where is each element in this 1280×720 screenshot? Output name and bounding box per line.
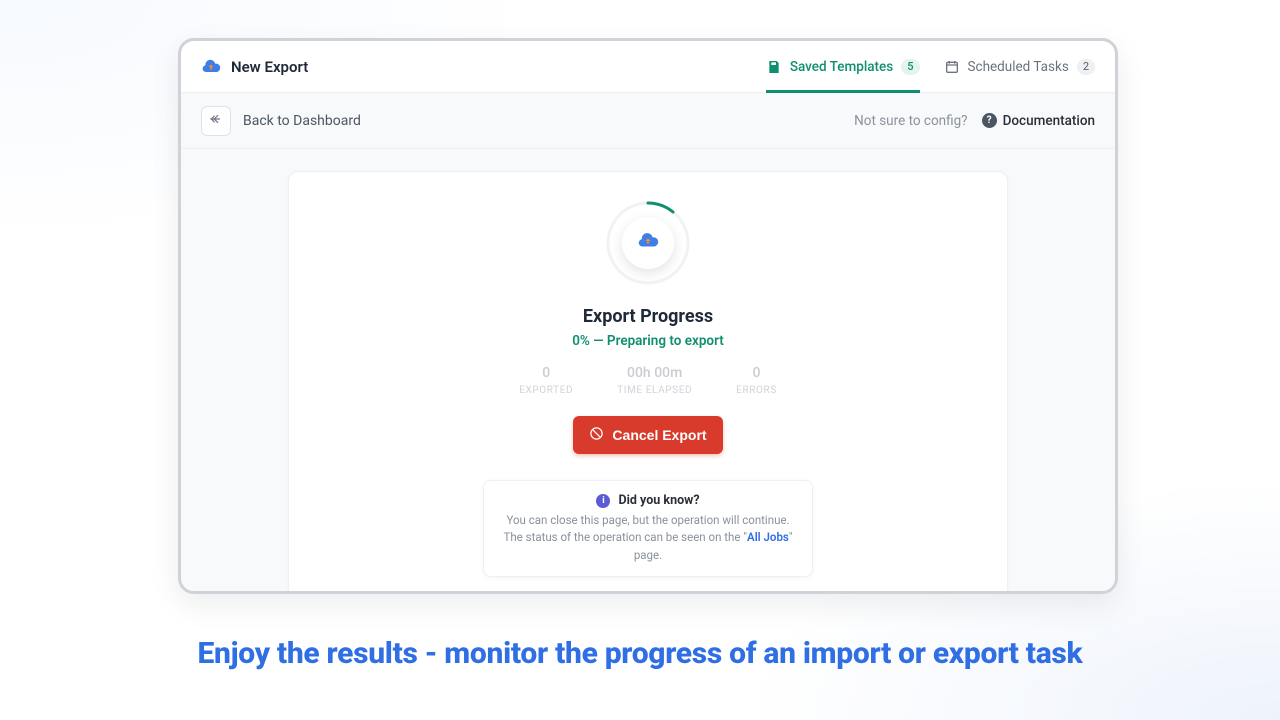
- help-prompt: Not sure to config?: [854, 113, 967, 129]
- stat-label: EXPORTED: [519, 385, 573, 396]
- app-header: New Export Saved Templates 5 Scheduled T…: [181, 41, 1115, 93]
- calendar-icon: [944, 59, 960, 75]
- cancel-export-button[interactable]: Cancel Export: [573, 416, 722, 454]
- stat-errors: 0 ERRORS: [736, 365, 777, 396]
- stat-label: TIME ELAPSED: [617, 385, 692, 396]
- progress-title: Export Progress: [319, 306, 977, 327]
- app-window: New Export Saved Templates 5 Scheduled T…: [178, 38, 1118, 594]
- arrow-left-icon: [209, 112, 223, 129]
- tip-line-2: The status of the operation can be seen …: [500, 529, 796, 564]
- documentation-link[interactable]: ? Documentation: [982, 113, 1095, 129]
- header-left: New Export: [201, 57, 308, 77]
- help-icon: ?: [982, 113, 997, 128]
- save-icon: [766, 59, 782, 75]
- stat-exported: 0 EXPORTED: [519, 365, 573, 396]
- tab-count-badge: 2: [1077, 59, 1095, 75]
- back-area: Back to Dashboard: [201, 106, 361, 136]
- tab-scheduled-tasks[interactable]: Scheduled Tasks 2: [944, 41, 1096, 93]
- stat-value: 00h 00m: [617, 365, 692, 381]
- tab-label: Scheduled Tasks: [968, 59, 1069, 75]
- stat-value: 0: [736, 365, 777, 381]
- progress-status: 0% — Preparing to export: [319, 333, 977, 349]
- back-button[interactable]: [201, 106, 231, 136]
- tip-title: Did you know?: [618, 493, 699, 508]
- header-tabs: Saved Templates 5 Scheduled Tasks 2: [766, 41, 1095, 93]
- tab-count-badge: 5: [901, 59, 919, 75]
- subheader: Back to Dashboard Not sure to config? ? …: [181, 93, 1115, 149]
- cloud-upload-icon: [637, 230, 659, 256]
- help-area: Not sure to config? ? Documentation: [854, 113, 1095, 129]
- cancel-label: Cancel Export: [612, 427, 706, 443]
- page-title: New Export: [231, 58, 308, 76]
- tip-line-1: You can close this page, but the operati…: [500, 512, 796, 529]
- cloud-upload-icon: [201, 57, 221, 77]
- back-label[interactable]: Back to Dashboard: [243, 113, 361, 129]
- stat-time-elapsed: 00h 00m TIME ELAPSED: [617, 365, 692, 396]
- progress-card: Export Progress 0% — Preparing to export…: [288, 171, 1008, 591]
- tab-saved-templates[interactable]: Saved Templates 5: [766, 41, 920, 93]
- documentation-label: Documentation: [1003, 113, 1095, 129]
- tip-card: i Did you know? You can close this page,…: [483, 480, 813, 577]
- tab-label: Saved Templates: [790, 59, 893, 75]
- cancel-icon: [589, 426, 604, 444]
- stat-label: ERRORS: [736, 385, 777, 396]
- tip-line-2-pre: The status of the operation can be seen …: [503, 530, 747, 544]
- info-icon: i: [596, 494, 610, 508]
- progress-stats: 0 EXPORTED 00h 00m TIME ELAPSED 0 ERRORS: [319, 365, 977, 396]
- stat-value: 0: [519, 365, 573, 381]
- body: Export Progress 0% — Preparing to export…: [181, 149, 1115, 591]
- promo-caption: Enjoy the results - monitor the progress…: [0, 636, 1280, 671]
- spinner-center: [622, 217, 674, 269]
- progress-spinner: [603, 198, 693, 288]
- all-jobs-link[interactable]: All Jobs: [747, 530, 789, 544]
